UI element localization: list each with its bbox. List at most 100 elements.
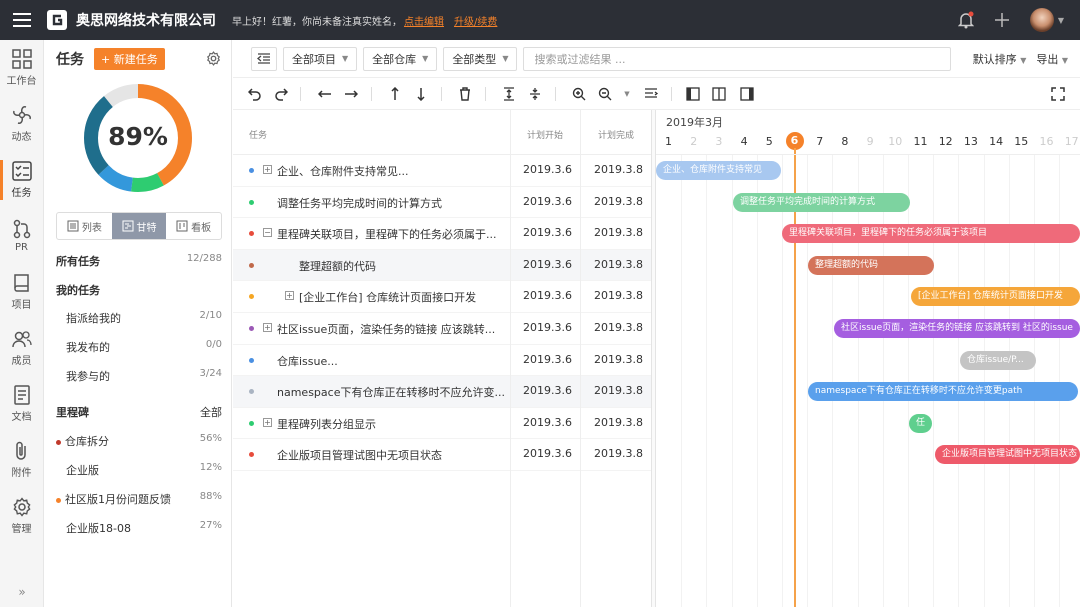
move-down-icon[interactable] bbox=[413, 86, 429, 102]
milestone-all-link[interactable]: 全部 bbox=[200, 404, 222, 420]
sidebar-item-members[interactable]: 成员 bbox=[0, 320, 43, 376]
start-column-header[interactable]: 计划开始 bbox=[527, 128, 563, 141]
collapse-rows-icon[interactable] bbox=[527, 86, 543, 102]
task-name[interactable]: 里程碑列表分组显示 bbox=[277, 416, 376, 432]
avatar[interactable]: ▼ bbox=[1029, 8, 1064, 32]
collapse-row-icon[interactable]: − bbox=[263, 228, 272, 238]
task-name[interactable]: 整理超额的代码 bbox=[299, 258, 376, 274]
zoom-caret-icon[interactable]: ▼ bbox=[619, 86, 635, 102]
milestone-item[interactable]: 社区版1月份问题反馈 88% bbox=[56, 491, 222, 507]
task-column-header[interactable]: 任务 bbox=[249, 128, 267, 141]
joined-by-me-filter[interactable]: 我参与的 3/24 bbox=[66, 368, 222, 384]
published-by-me-filter[interactable]: 我发布的 0/0 bbox=[66, 339, 222, 355]
all-tasks-filter[interactable]: 所有任务 12/288 bbox=[56, 253, 222, 269]
layout-split-icon[interactable] bbox=[711, 86, 727, 102]
table-row[interactable]: + 企业、仓库附件支持常见... 2019.3.6 2019.3.8 bbox=[233, 155, 651, 187]
table-row[interactable]: − 里程碑关联项目，里程碑下的任务必须属于... 2019.3.6 2019.3.8 bbox=[233, 218, 651, 250]
table-row[interactable]: 仓库issue... 2019.3.6 2019.3.8 bbox=[233, 345, 651, 377]
toolbar-divider bbox=[671, 87, 672, 101]
trash-icon[interactable] bbox=[457, 86, 473, 102]
repo-filter-dropdown[interactable]: 全部仓库 ▼ bbox=[363, 46, 438, 71]
gear-icon[interactable] bbox=[206, 51, 221, 66]
milestone-item[interactable]: 仓库拆分 56% bbox=[56, 433, 222, 449]
expand-row-icon[interactable]: + bbox=[285, 291, 294, 301]
sidebar-item-project[interactable]: 项目 bbox=[0, 264, 43, 320]
layout-right-icon[interactable] bbox=[739, 86, 755, 102]
indent-right-icon[interactable] bbox=[343, 86, 359, 102]
expand-row-icon[interactable]: + bbox=[263, 165, 272, 174]
gantt-bar[interactable]: 社区issue页面，渲染任务的链接 应该跳转到 社区的issue bbox=[834, 319, 1080, 338]
gantt-bar[interactable]: 企业、仓库附件支持常见 bbox=[656, 161, 781, 180]
expand-row-icon[interactable]: + bbox=[263, 417, 272, 427]
table-row[interactable]: 调整任务平均完成时间的计算方式 2019.3.6 2019.3.8 bbox=[233, 187, 651, 219]
task-name[interactable]: namespace下有仓库正在转移时不应允许变... bbox=[277, 384, 505, 400]
table-row[interactable]: 整理超额的代码 2019.3.6 2019.3.8 bbox=[233, 249, 651, 282]
sidebar-item-pr[interactable]: PR bbox=[0, 208, 43, 264]
task-name[interactable]: 企业版项目管理试图中无项目状态 bbox=[277, 447, 442, 463]
zoom-in-icon[interactable] bbox=[571, 86, 587, 102]
upgrade-link[interactable]: 升级/续费 bbox=[454, 17, 497, 28]
plus-icon[interactable] bbox=[994, 12, 1010, 28]
gantt-bar[interactable]: 企业版项目管理试图中无项目状态 bbox=[935, 445, 1080, 465]
gantt-view-tab[interactable]: 甘特 bbox=[111, 213, 167, 239]
expand-sidebar-icon[interactable]: » bbox=[0, 577, 44, 607]
task-name[interactable]: 企业、仓库附件支持常见... bbox=[277, 163, 409, 179]
table-row[interactable]: 企业版项目管理试图中无项目状态 2019.3.6 2019.3.8 bbox=[233, 439, 651, 471]
project-filter-dropdown[interactable]: 全部项目 ▼ bbox=[283, 46, 358, 71]
gantt-bar[interactable]: [企业工作台] 仓库统计页面接口开发 bbox=[911, 287, 1080, 307]
search-input[interactable]: 搜索或过滤结果 ... bbox=[523, 46, 952, 71]
expand-row-icon[interactable]: + bbox=[263, 322, 272, 332]
end-column-header[interactable]: 计划完成 bbox=[598, 128, 634, 141]
edit-name-link[interactable]: 点击编辑 bbox=[404, 17, 444, 28]
table-row[interactable]: + [企业工作台] 仓库统计页面接口开发 2019.3.6 2019.3.8 bbox=[233, 281, 651, 313]
task-name[interactable]: [企业工作台] 仓库统计页面接口开发 bbox=[299, 289, 476, 305]
type-filter-dropdown[interactable]: 全部类型 ▼ bbox=[443, 46, 518, 71]
gantt-bar[interactable]: namespace下有仓库正在转移时不应允许变更path bbox=[808, 382, 1078, 402]
new-task-button[interactable]: + 新建任务 bbox=[94, 48, 165, 70]
columns-icon[interactable] bbox=[643, 86, 659, 102]
gantt-bar[interactable]: 调整任务平均完成时间的计算方式 bbox=[733, 192, 910, 212]
task-name[interactable]: 社区issue页面，渲染任务的链接 应该跳转... bbox=[277, 321, 495, 337]
gantt-gridline bbox=[681, 155, 683, 607]
outdent-icon[interactable] bbox=[317, 86, 333, 102]
sidebar-item-attachment[interactable]: 附件 bbox=[0, 432, 43, 488]
list-view-tab[interactable]: 列表 bbox=[57, 213, 112, 239]
layout-left-icon[interactable] bbox=[685, 86, 701, 102]
sort-dropdown[interactable]: 默认排序 ▼ bbox=[973, 51, 1027, 67]
toolbar-divider bbox=[555, 87, 556, 101]
milestone-item[interactable]: 企业版18-08 27% bbox=[66, 520, 222, 536]
menu-icon[interactable] bbox=[0, 0, 44, 40]
expand-rows-icon[interactable] bbox=[501, 86, 517, 102]
sidebar-item-task[interactable]: 任务 bbox=[0, 152, 43, 208]
collapse-panel-button[interactable] bbox=[251, 46, 277, 71]
move-up-icon[interactable] bbox=[387, 86, 403, 102]
sidebar-item-document[interactable]: 文档 bbox=[0, 376, 43, 432]
gantt-bar[interactable]: 任 bbox=[909, 413, 932, 433]
sidebar-item-workbench[interactable]: 工作台 bbox=[0, 40, 43, 96]
sidebar: 工作台 动态 任务 PR 项目 成员 文档 附件 管理 » bbox=[0, 40, 44, 607]
task-name[interactable]: 调整任务平均完成时间的计算方式 bbox=[277, 195, 442, 211]
table-row[interactable]: namespace下有仓库正在转移时不应允许变... 2019.3.6 2019.3… bbox=[233, 376, 651, 408]
milestone-item[interactable]: 企业版 12% bbox=[66, 462, 222, 478]
gantt-bar[interactable]: 仓库issue/P... bbox=[960, 350, 1036, 370]
fullscreen-icon[interactable] bbox=[1050, 86, 1066, 102]
sidebar-item-settings[interactable]: 管理 bbox=[0, 488, 43, 544]
task-name[interactable]: 仓库issue... bbox=[277, 353, 338, 369]
table-row[interactable]: + 社区issue页面，渲染任务的链接 应该跳转... 2019.3.6 2019.3… bbox=[233, 313, 651, 345]
redo-icon[interactable] bbox=[273, 86, 289, 102]
export-dropdown[interactable]: 导出 ▼ bbox=[1036, 51, 1068, 67]
pull-request-icon bbox=[13, 219, 30, 239]
gantt-gridline bbox=[882, 155, 884, 607]
bell-icon[interactable] bbox=[957, 11, 974, 29]
table-row[interactable]: + 里程碑列表分组显示 2019.3.6 2019.3.8 bbox=[233, 408, 651, 440]
gantt-bar[interactable]: 里程碑关联项目，里程碑下的任务必须属于该项目 bbox=[782, 224, 1080, 244]
status-dot bbox=[249, 452, 254, 458]
gantt-bar[interactable]: 整理超额的代码 bbox=[808, 255, 934, 275]
kanban-view-tab[interactable]: 看板 bbox=[166, 213, 221, 239]
gantt-day-label: 11 bbox=[913, 135, 928, 148]
sidebar-item-activity[interactable]: 动态 bbox=[0, 96, 43, 152]
assigned-to-me-filter[interactable]: 指派给我的 2/10 bbox=[66, 310, 222, 326]
task-name[interactable]: 里程碑关联项目，里程碑下的任务必须属于... bbox=[277, 226, 497, 242]
undo-icon[interactable] bbox=[247, 86, 263, 102]
zoom-out-icon[interactable] bbox=[597, 86, 613, 102]
